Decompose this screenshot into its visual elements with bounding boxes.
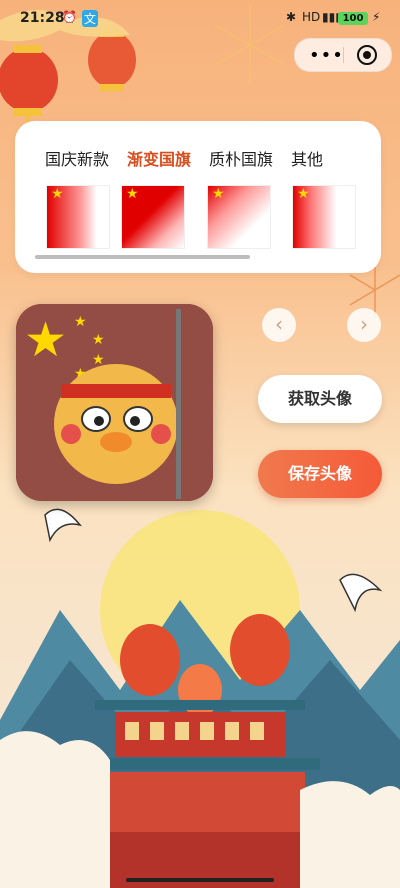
capsule-divider bbox=[343, 47, 344, 63]
status-bar: 21:28 ⏰ 文 ✱ HD ▮▮▮ 100 ⚡ bbox=[0, 0, 400, 36]
next-avatar-button[interactable]: › bbox=[347, 308, 381, 342]
tab-other[interactable]: 其他 bbox=[291, 146, 323, 170]
star-icon: ★ bbox=[126, 186, 139, 202]
star-icon: ★ bbox=[51, 186, 64, 202]
save-avatar-button[interactable]: 保存头像 bbox=[258, 450, 382, 498]
avatar-image: ★ ★ ★ ★ ★ bbox=[16, 304, 213, 501]
svg-text:★: ★ bbox=[92, 332, 105, 348]
lantern-icon bbox=[88, 30, 136, 91]
flag-style-card: 国庆新款 渐变国旗 质朴国旗 其他 ★ ★ ★ ★ bbox=[15, 121, 381, 273]
flag-thumbnail[interactable]: ★ bbox=[121, 185, 185, 249]
battery-indicator: 100 bbox=[338, 12, 368, 25]
close-miniprogram-icon[interactable] bbox=[357, 45, 377, 65]
flag-thumbnail[interactable]: ★ bbox=[292, 185, 356, 249]
app-notification-icon: 文 bbox=[82, 10, 99, 27]
tab-gradient-flag[interactable]: 渐变国旗 bbox=[127, 146, 191, 170]
status-time: 21:28 bbox=[20, 10, 65, 26]
star-icon: ★ bbox=[212, 186, 225, 202]
horizontal-scrollbar[interactable] bbox=[35, 255, 250, 259]
avatar-preview: ★ ★ ★ ★ ★ bbox=[16, 304, 213, 501]
home-indicator bbox=[126, 878, 274, 882]
tab-plain-flag[interactable]: 质朴国旗 bbox=[209, 146, 273, 170]
svg-text:★: ★ bbox=[24, 312, 67, 368]
charging-icon: ⚡ bbox=[372, 10, 381, 24]
chevron-left-icon: ‹ bbox=[275, 312, 283, 336]
flag-thumbnail[interactable]: ★ bbox=[207, 185, 271, 249]
svg-text:★: ★ bbox=[74, 314, 87, 330]
chevron-right-icon: › bbox=[360, 312, 368, 336]
prev-avatar-button[interactable]: ‹ bbox=[262, 308, 296, 342]
flag-thumbnail[interactable]: ★ bbox=[46, 185, 110, 249]
star-icon: ★ bbox=[297, 186, 310, 202]
get-avatar-button[interactable]: 获取头像 bbox=[258, 375, 382, 423]
hd-icon: HD bbox=[302, 10, 321, 24]
bluetooth-icon: ✱ bbox=[286, 10, 297, 24]
miniprogram-capsule: ••• bbox=[294, 38, 392, 72]
alarm-icon: ⏰ bbox=[62, 10, 77, 24]
tab-national-day-new[interactable]: 国庆新款 bbox=[45, 146, 109, 170]
more-menu-icon[interactable]: ••• bbox=[309, 45, 344, 66]
